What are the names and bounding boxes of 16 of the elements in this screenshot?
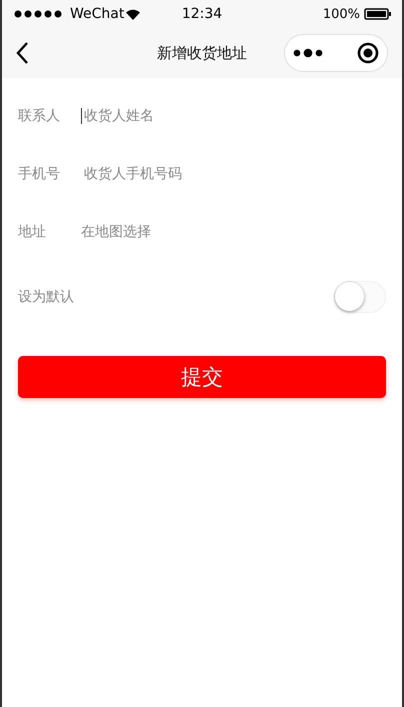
status-time: 12:34 <box>182 6 222 22</box>
battery-level: 100% <box>322 6 360 22</box>
carrier-name: WeChat <box>70 6 124 22</box>
wifi-icon <box>126 8 140 20</box>
page-title: 新增收货地址 <box>157 44 247 62</box>
close-icon[interactable] <box>356 42 379 64</box>
submit-button[interactable]: 提交 <box>18 356 386 398</box>
address-picker[interactable]: 在地图选择 <box>81 223 151 241</box>
switch-label: 设为默认 <box>18 288 75 306</box>
battery-icon <box>364 8 392 20</box>
field-label: 手机号 <box>18 165 61 183</box>
field-label: 地址 <box>18 223 47 241</box>
default-switch[interactable] <box>334 281 386 313</box>
field-label: 联系人 <box>18 107 61 125</box>
more-icon[interactable] <box>293 48 324 58</box>
back-icon[interactable] <box>16 42 28 64</box>
